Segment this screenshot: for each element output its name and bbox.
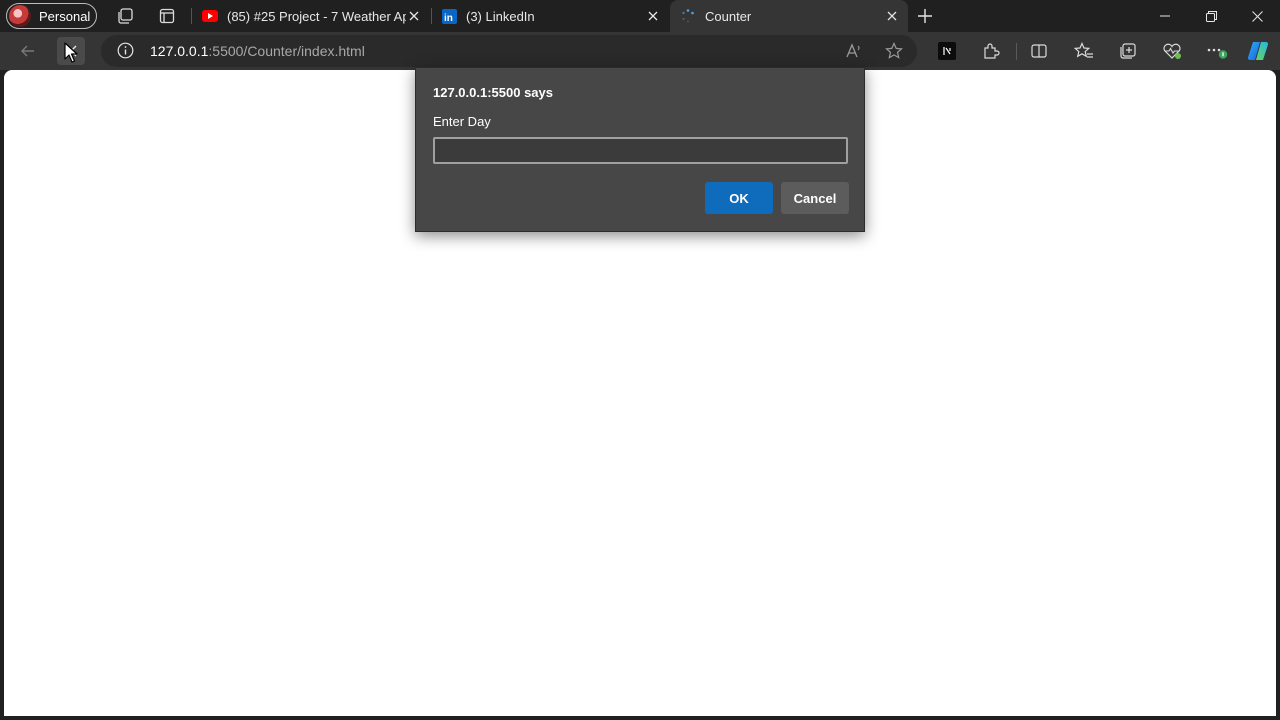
- puzzle-icon: [984, 43, 1000, 59]
- extension-icon: [938, 42, 956, 60]
- url-path: :5500/Counter/index.html: [208, 43, 365, 59]
- new-tab-button[interactable]: [915, 6, 935, 26]
- favorites-icon: [1074, 42, 1093, 58]
- loading-icon: [680, 8, 696, 24]
- svg-text:in: in: [444, 13, 453, 24]
- tab-title: (3) LinkedIn: [466, 8, 535, 24]
- split-screen-button[interactable]: [1025, 37, 1053, 65]
- cancel-button[interactable]: Cancel: [781, 182, 849, 214]
- browser-essentials-button[interactable]: [1158, 37, 1186, 65]
- restore-icon: [1205, 10, 1217, 22]
- avatar: [9, 5, 31, 27]
- minimize-icon: [1160, 15, 1170, 17]
- tab-actions-icon[interactable]: [157, 6, 177, 26]
- heart-pulse-icon: [1163, 43, 1181, 59]
- toolbar: 127.0.0.1:5500/Counter/index.html: [0, 32, 1280, 70]
- ok-button[interactable]: OK: [705, 182, 773, 214]
- restore-button[interactable]: [1188, 0, 1234, 32]
- toolbar-separator: [1016, 43, 1017, 60]
- tab-strip: Personal (85) #25 Project - 7 Weather Ap…: [0, 0, 1280, 32]
- tab-youtube[interactable]: (85) #25 Project - 7 Weather App: [192, 0, 430, 32]
- profile-label: Personal: [39, 8, 91, 24]
- close-tab-icon[interactable]: [884, 8, 900, 24]
- split-screen-icon: [1031, 44, 1047, 58]
- mouse-cursor-icon: [64, 42, 78, 63]
- url-host: 127.0.0.1: [150, 43, 209, 59]
- extensions-button[interactable]: [977, 37, 1005, 65]
- tab-title: Counter: [705, 8, 752, 24]
- copilot-button[interactable]: [1244, 37, 1272, 65]
- close-tab-icon[interactable]: [406, 8, 422, 24]
- profile-button[interactable]: Personal: [6, 3, 97, 29]
- settings-more-button[interactable]: [1203, 37, 1231, 65]
- extension-button[interactable]: [933, 37, 961, 65]
- workspaces-icon[interactable]: [115, 6, 135, 26]
- address-bar[interactable]: 127.0.0.1:5500/Counter/index.html: [101, 35, 917, 67]
- more-icon: [1207, 48, 1228, 59]
- collections-icon: [1120, 43, 1136, 59]
- back-arrow-icon: [21, 45, 34, 57]
- favorite-star-icon[interactable]: [885, 42, 903, 65]
- read-aloud-icon[interactable]: [845, 42, 863, 65]
- dialog-title: 127.0.0.1:5500 says: [433, 85, 553, 100]
- close-icon: [1251, 10, 1263, 22]
- close-window-button[interactable]: [1234, 0, 1280, 32]
- favorites-button[interactable]: [1070, 37, 1098, 65]
- copilot-icon: [1247, 41, 1269, 61]
- site-info-icon[interactable]: [117, 42, 134, 64]
- youtube-icon: [202, 8, 218, 24]
- prompt-input[interactable]: [433, 137, 848, 164]
- linkedin-icon: in: [441, 8, 457, 24]
- minimize-button[interactable]: [1142, 0, 1188, 32]
- plus-icon: [918, 9, 932, 23]
- back-button[interactable]: [14, 37, 42, 65]
- prompt-dialog: 127.0.0.1:5500 says Enter Day OK Cancel: [415, 67, 865, 232]
- tab-counter[interactable]: Counter: [670, 0, 908, 32]
- tab-title: (85) #25 Project - 7 Weather App: [227, 8, 406, 24]
- dialog-message: Enter Day: [433, 114, 491, 129]
- url-text[interactable]: 127.0.0.1:5500/Counter/index.html: [150, 43, 365, 59]
- close-tab-icon[interactable]: [645, 8, 661, 24]
- tab-linkedin[interactable]: in (3) LinkedIn: [431, 0, 669, 32]
- collections-button[interactable]: [1114, 37, 1142, 65]
